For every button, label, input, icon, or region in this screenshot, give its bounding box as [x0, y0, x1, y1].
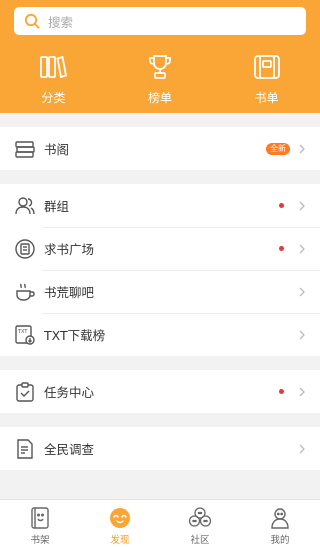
category-booklist-label: 书单 — [254, 91, 279, 105]
menu-item-label: 求书广场 — [44, 242, 95, 257]
category-nav: 分类 榜单 书单 — [0, 53, 320, 106]
profile-icon — [271, 508, 289, 529]
tab-community[interactable]: 社区 — [160, 500, 240, 547]
coffee-cup-icon — [16, 283, 35, 301]
menu-item-txt[interactable]: TXT TXT下载榜 — [0, 313, 320, 356]
group-icon — [15, 196, 35, 214]
books-icon — [40, 55, 68, 79]
book-stack-icon — [15, 140, 35, 158]
chevron-right-icon — [299, 244, 305, 253]
search-input[interactable]: 搜索 — [14, 7, 306, 35]
category-classify[interactable]: 分类 — [0, 53, 107, 106]
menu-group-2: 群组 求书广场 书荒聊吧 TXT TXT下载榜 — [0, 184, 320, 356]
category-ranking-label: 榜单 — [147, 91, 172, 105]
menu-item-renwu[interactable]: 任务中心 — [0, 370, 320, 413]
discover-icon — [110, 508, 130, 528]
svg-text:TXT: TXT — [17, 329, 28, 335]
menu-item-label: 书阁 — [44, 142, 70, 157]
menu-item-qunzu[interactable]: 群组 — [0, 184, 320, 227]
menu-item-label: 书荒聊吧 — [44, 285, 95, 300]
category-booklist[interactable]: 书单 — [213, 53, 320, 106]
tab-label: 社区 — [190, 535, 210, 546]
tab-discover[interactable]: 发现 — [80, 500, 160, 547]
category-classify-label: 分类 — [41, 91, 66, 105]
chevron-right-icon — [299, 330, 305, 339]
chevron-right-icon — [299, 287, 305, 296]
menu-group-4: 全民调查 — [0, 427, 320, 470]
txt-download-icon: TXT — [15, 324, 35, 345]
menu-item-label: 全民调查 — [44, 442, 95, 457]
menu-item-label: TXT下载榜 — [44, 328, 106, 343]
chevron-right-icon — [299, 144, 305, 153]
header: 搜索 分类 榜单 书单 — [0, 0, 320, 113]
tab-label: 发现 — [110, 535, 130, 546]
unread-dot — [279, 246, 284, 251]
tab-bookshelf[interactable]: 书架 — [0, 500, 80, 547]
menu-item-shuhuang[interactable]: 书荒聊吧 — [0, 270, 320, 313]
search-icon — [24, 13, 40, 29]
menu-group-3: 任务中心 — [0, 370, 320, 413]
menu-item-label: 任务中心 — [44, 385, 95, 400]
chevron-right-icon — [299, 444, 305, 453]
menu-item-qiushu[interactable]: 求书广场 — [0, 227, 320, 270]
community-icon — [188, 507, 212, 527]
menu-item-diaocha[interactable]: 全民调查 — [0, 427, 320, 470]
bookshelf-icon — [31, 507, 49, 529]
bottom-tab-bar: 书架 发现 社区 我的 — [0, 499, 320, 547]
category-ranking[interactable]: 榜单 — [107, 53, 214, 106]
menu-item-label: 群组 — [44, 199, 70, 214]
unread-dot — [279, 203, 284, 208]
chevron-right-icon — [299, 201, 305, 210]
survey-icon — [17, 438, 33, 459]
menu-group-1: 书阁 全新 — [0, 127, 320, 170]
chevron-right-icon — [299, 387, 305, 396]
search-placeholder: 搜索 — [48, 14, 74, 30]
tab-label: 我的 — [270, 535, 290, 546]
book-request-icon — [15, 238, 35, 259]
menu-item-shuge[interactable]: 书阁 全新 — [0, 127, 320, 170]
trophy-icon — [149, 55, 171, 79]
tab-profile[interactable]: 我的 — [240, 500, 320, 547]
tab-label: 书架 — [30, 535, 50, 546]
unread-dot — [279, 389, 284, 394]
task-clipboard-icon — [16, 381, 34, 402]
new-badge: 全新 — [266, 142, 290, 155]
booklist-icon — [253, 55, 280, 79]
